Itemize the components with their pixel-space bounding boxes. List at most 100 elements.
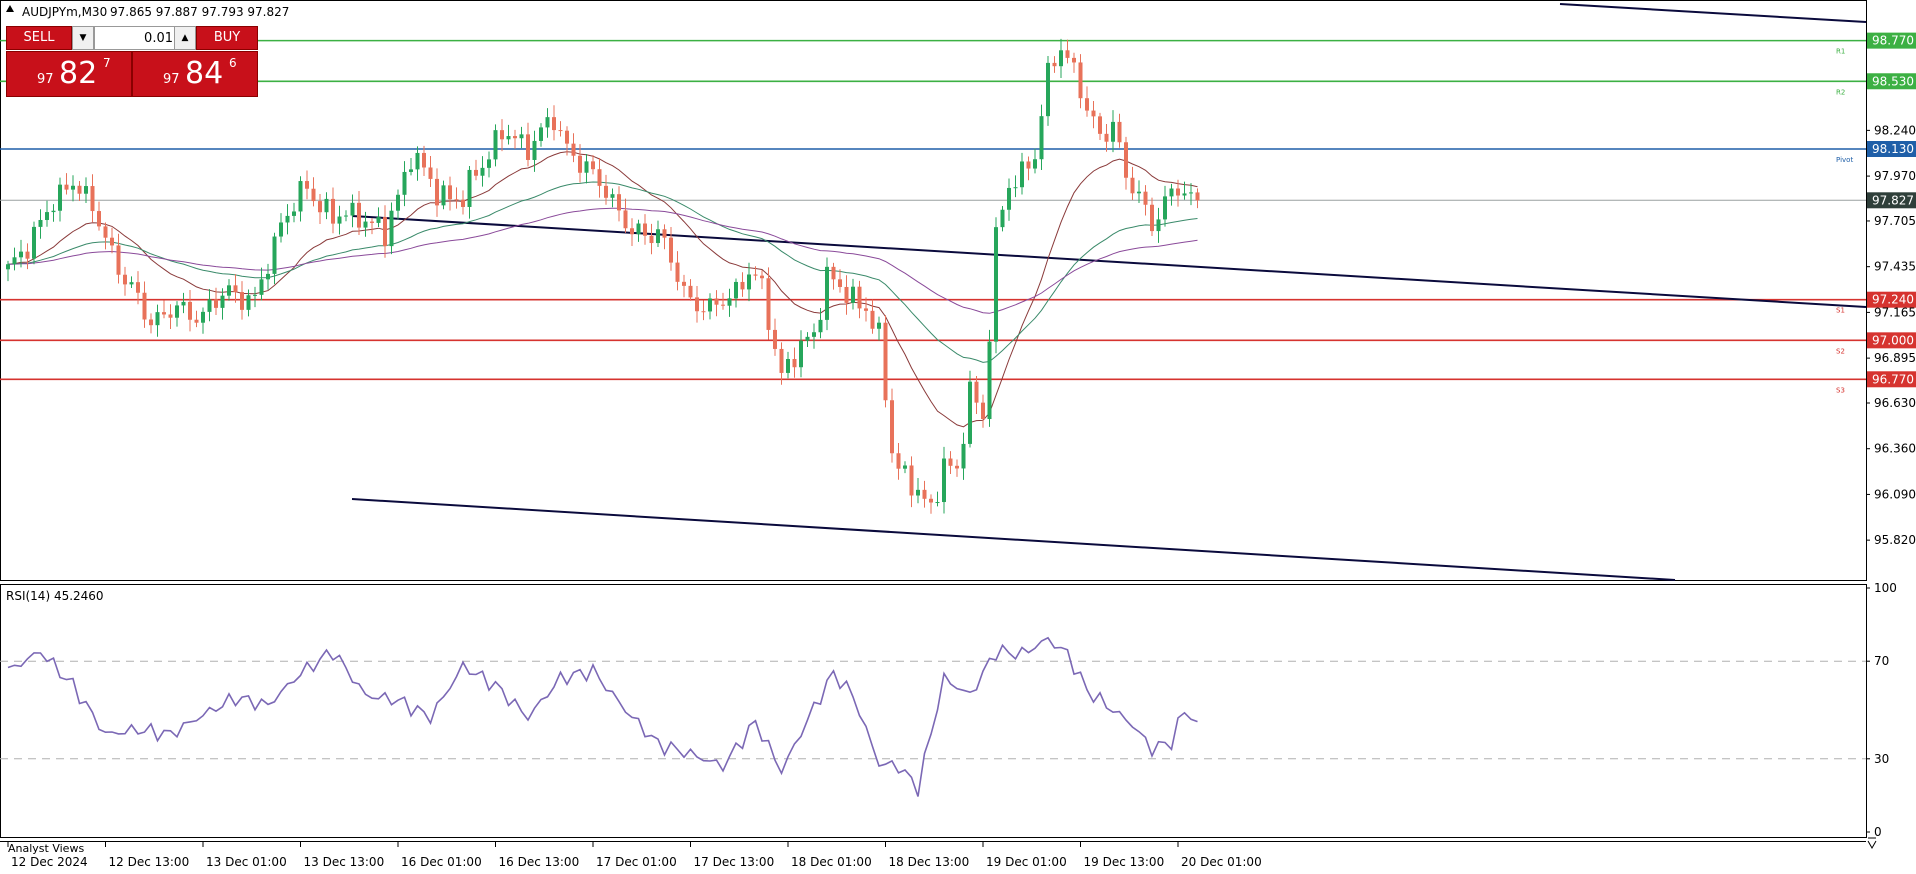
candle-body	[649, 235, 654, 244]
candle-body	[1059, 50, 1063, 67]
candle-body	[162, 312, 166, 315]
candle-body	[487, 159, 491, 168]
price-tick-label: 98.240	[1874, 123, 1916, 137]
candle-body	[279, 222, 283, 237]
lot-increase-button[interactable]: ▲	[174, 26, 196, 50]
candle-body	[584, 161, 589, 173]
candle-body	[519, 134, 524, 139]
candle-body	[851, 286, 855, 303]
candle-body	[292, 211, 296, 216]
candle-body	[305, 181, 309, 189]
candle-body	[617, 194, 621, 211]
chevron-up-icon: ▲	[181, 33, 189, 43]
candle-body	[428, 167, 433, 179]
candle-body	[688, 285, 693, 298]
candle-body	[233, 285, 238, 293]
price-tick-label: 96.630	[1874, 396, 1916, 410]
candle-body	[714, 298, 719, 305]
level-tag-s1: S1	[1836, 307, 1845, 315]
candle-body	[363, 221, 368, 228]
candle-body	[1111, 121, 1115, 142]
candle-body	[1078, 62, 1083, 99]
candle-body	[370, 221, 374, 223]
candle-body	[747, 274, 751, 290]
candle-body	[994, 227, 998, 342]
candle-body	[181, 301, 186, 306]
candle-body	[220, 295, 225, 308]
level-tag-s2: S2	[1836, 347, 1845, 355]
time-tick-label: 17 Dec 01:00	[596, 855, 677, 869]
level-tag-s3: S3	[1836, 386, 1845, 394]
candle-body	[597, 169, 602, 186]
candle-body	[58, 184, 62, 211]
candle-body	[883, 322, 888, 401]
candle-body	[25, 251, 30, 259]
rsi-tick-label: 100	[1874, 581, 1897, 595]
candle-body	[1189, 192, 1193, 194]
candle-body	[103, 226, 108, 238]
candle-body	[1052, 62, 1057, 67]
candle-body	[318, 201, 322, 213]
candle-body	[97, 211, 101, 227]
candle-body	[532, 140, 537, 160]
candle-body	[669, 237, 673, 263]
candle-body	[708, 298, 712, 312]
candle-body	[630, 228, 634, 235]
candle-body	[90, 186, 95, 212]
candle-body	[552, 117, 556, 131]
lot-decrease-button[interactable]: ▼	[72, 26, 94, 50]
candle-body	[12, 257, 17, 265]
candle-body	[500, 130, 504, 140]
analyst-views-label[interactable]: Analyst Views	[8, 842, 84, 855]
candle-body	[337, 216, 342, 224]
candle-body	[987, 341, 992, 420]
candle-body	[259, 279, 264, 295]
candle-body	[1020, 161, 1024, 188]
candle-body	[155, 312, 160, 326]
sell-button[interactable]: SELL	[6, 26, 72, 50]
one-click-trading-panel: SELL ▼ ▲ BUY 97 82 7 97 84 6	[6, 24, 258, 98]
candle-body	[136, 282, 140, 293]
candle-body	[38, 219, 43, 227]
time-tick-label: 19 Dec 13:00	[1084, 855, 1165, 869]
candle-body	[805, 336, 810, 341]
level-value-r1: 98.770	[1872, 34, 1914, 48]
ohlc-label: 97.865 97.887 97.793 97.827	[110, 5, 289, 19]
candle-body	[682, 281, 686, 286]
candle-body	[974, 381, 979, 403]
candle-body	[1098, 116, 1102, 134]
candle-body	[396, 194, 400, 211]
candle-body	[955, 465, 959, 469]
sell-price-pips: 82	[59, 56, 98, 91]
sell-price-quote[interactable]: 97 82 7	[6, 51, 132, 97]
chart-canvas: R1 R2 Pivot S1 S2 S3 98.770 98.530 98.130 97.827…	[0, 0, 1916, 869]
candle-body	[578, 155, 582, 173]
candle-body	[285, 215, 290, 223]
candle-body	[799, 340, 803, 368]
candle-body	[792, 358, 797, 368]
candle-body	[357, 202, 361, 228]
time-tick-label: 12 Dec 2024	[11, 855, 88, 869]
time-tick-label: 13 Dec 01:00	[206, 855, 287, 869]
candle-body	[701, 311, 706, 313]
candle-body	[383, 217, 387, 247]
candle-body	[818, 319, 823, 333]
candle-body	[389, 210, 394, 247]
candle-body	[474, 169, 478, 176]
price-tick-label: 97.970	[1874, 169, 1916, 183]
buy-price-quote[interactable]: 97 84 6	[132, 51, 258, 97]
buy-button[interactable]: BUY	[196, 26, 258, 50]
candle-body	[636, 223, 641, 235]
candle-body	[1130, 177, 1135, 194]
candle-body	[545, 117, 550, 128]
chevron-down-icon: ▼	[79, 33, 87, 43]
candle-body	[1046, 62, 1050, 117]
rsi-scale-icon[interactable]	[1867, 837, 1877, 850]
candle-body	[643, 223, 647, 236]
candle-body	[831, 266, 836, 280]
rsi-label: RSI(14) 45.2460	[6, 589, 104, 603]
candle-body	[779, 348, 784, 373]
candle-body	[610, 194, 615, 198]
candle-body	[19, 251, 23, 258]
lot-size-input[interactable]	[94, 26, 176, 50]
